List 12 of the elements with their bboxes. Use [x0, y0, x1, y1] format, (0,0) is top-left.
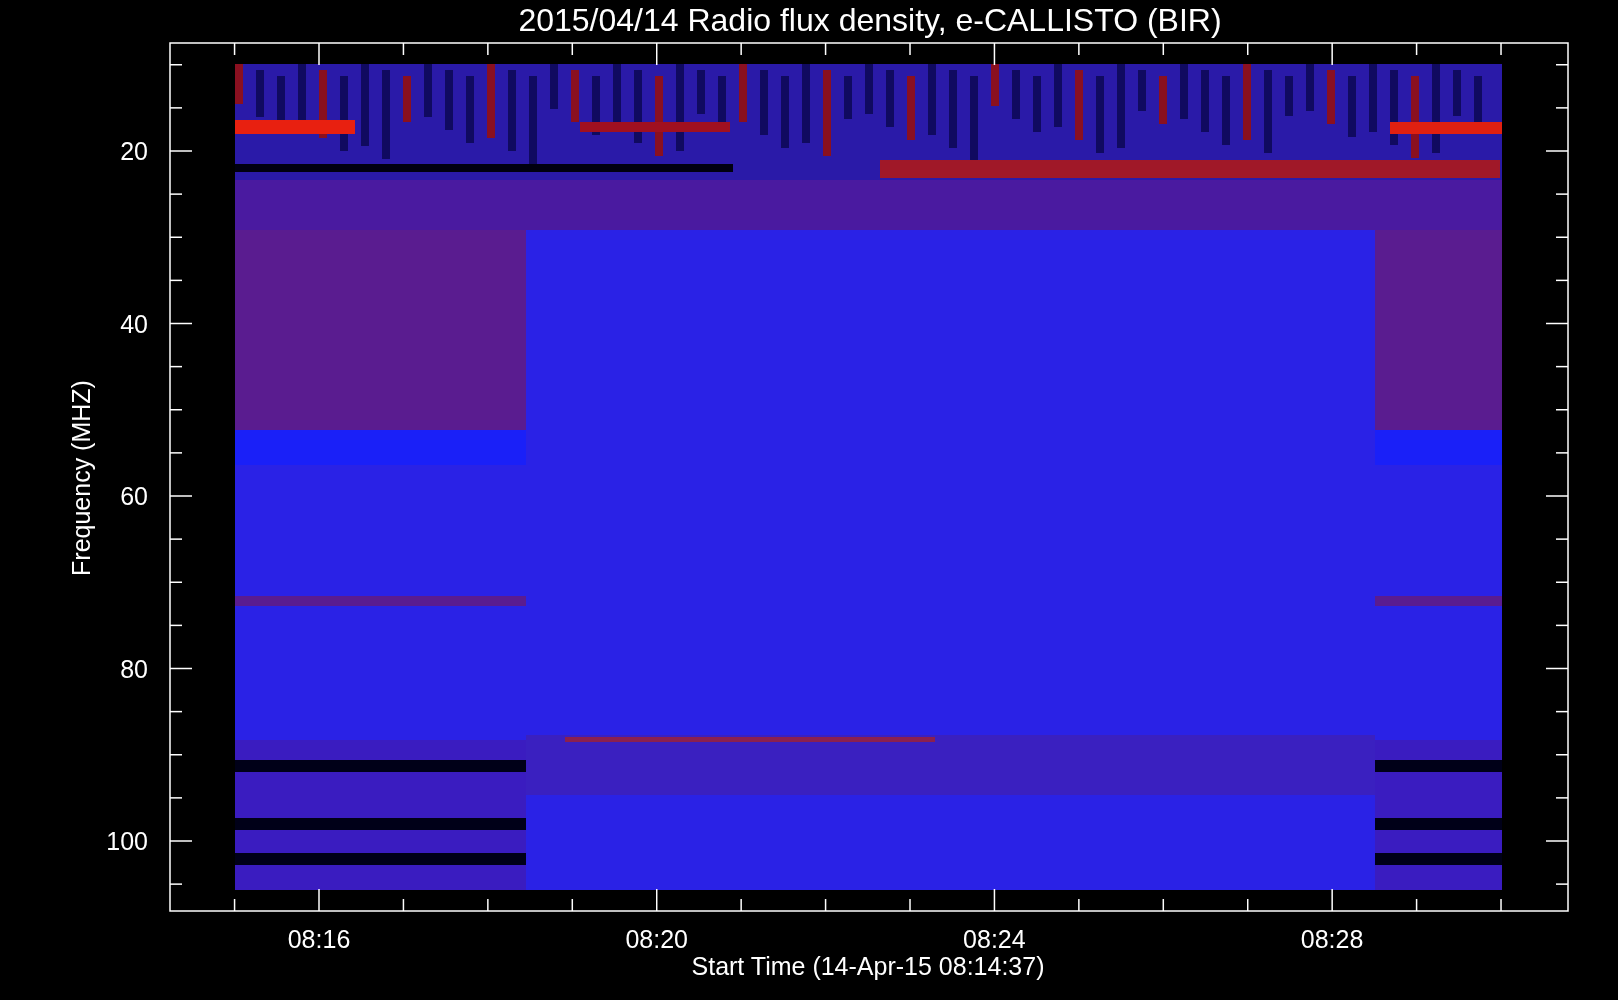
y-tick-label: 20 [120, 137, 148, 165]
x-tick-label: 08:28 [1300, 925, 1364, 953]
x-tick-label: 08:16 [287, 925, 351, 953]
y-axis-label: Frequency (MHZ) [67, 380, 95, 576]
x-tick-label: 08:20 [625, 925, 688, 953]
x-tick-label: 08:24 [963, 925, 1026, 953]
y-tick-label: 100 [106, 827, 148, 855]
x-axis-label: Start Time (14-Apr-15 08:14:37) [691, 952, 1045, 980]
y-tick-label: 60 [120, 482, 148, 510]
chart-title: 2015/04/14 Radio flux density, e-CALLISTO (BIR) [518, 2, 1222, 38]
y-tick-label: 80 [120, 654, 148, 683]
y-tick-label: 40 [120, 309, 148, 338]
